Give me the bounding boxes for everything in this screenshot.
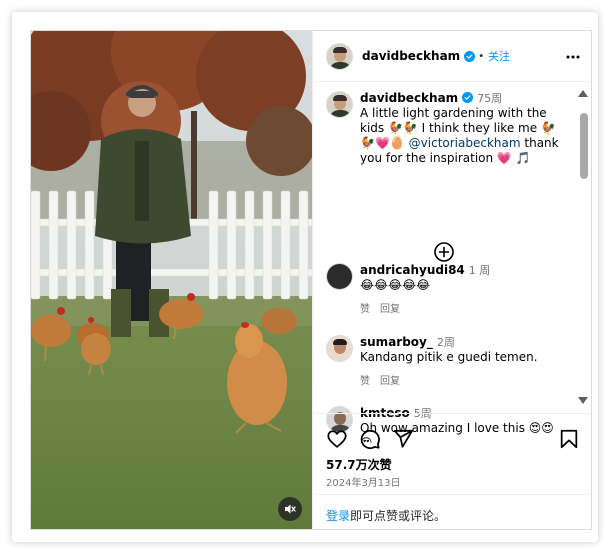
comments-section: davidbeckham 75周 A little light gardening… [313, 83, 591, 443]
scroll-thumb[interactable] [580, 113, 588, 179]
instagram-post-embed: davidbeckham • 关注 davidbeckham 75周 A litt… [30, 30, 592, 530]
video-frame-image [31, 31, 312, 529]
author-avatar[interactable] [326, 42, 353, 70]
reply-button[interactable]: 回复 [380, 376, 400, 387]
heart-icon[interactable] [326, 428, 348, 450]
like-comment-button[interactable]: 赞 [360, 376, 370, 387]
follow-button[interactable]: 关注 [488, 48, 510, 64]
post-sidebar: davidbeckham • 关注 davidbeckham 75周 A litt… [312, 31, 591, 529]
author-username[interactable]: davidbeckham [362, 49, 460, 63]
speaker-muted-icon [285, 504, 296, 514]
caption: davidbeckham 75周 A little light gardening… [326, 91, 566, 166]
comment-text: 😂😂😂😂😂 [360, 278, 431, 292]
likes-count[interactable]: 57.7万次赞 [326, 456, 392, 473]
comment-item: sumarboy_ 2周 Kandang pitik e guedi temen.… [326, 335, 566, 389]
comment-username[interactable]: sumarboy_ [360, 335, 433, 349]
reply-button[interactable]: 回复 [380, 304, 400, 315]
login-link[interactable]: 登录 [326, 509, 350, 523]
post-date: 2024年3月13日 [326, 478, 401, 489]
comment-text: Kandang pitik e guedi temen. [360, 350, 538, 364]
share-icon[interactable] [392, 428, 414, 450]
commenter-avatar[interactable] [326, 263, 353, 290]
commenter-avatar[interactable] [326, 335, 353, 362]
verified-badge-icon [464, 50, 476, 62]
more-options-icon[interactable] [565, 49, 581, 65]
mute-button[interactable] [278, 497, 302, 521]
scroll-down-arrow-icon[interactable] [578, 397, 588, 405]
login-prompt: 登录即可点赞或评论。 [313, 494, 591, 529]
post-header: davidbeckham • 关注 [313, 31, 591, 82]
comment-icon[interactable] [359, 428, 381, 450]
caption-time: 75周 [477, 92, 503, 105]
post-actions: 57.7万次赞 2024年3月13日 登录即可点赞或评论。 [313, 413, 591, 529]
like-comment-button[interactable]: 赞 [360, 304, 370, 315]
plus-circle-icon[interactable] [433, 241, 455, 263]
caption-username[interactable]: davidbeckham [360, 91, 458, 105]
post-video[interactable] [31, 31, 312, 529]
caption-mention[interactable]: @victoriabeckham [409, 136, 521, 150]
comment-username[interactable]: andricahyudi84 [360, 263, 465, 277]
separator-dot: • [478, 50, 485, 62]
comment-time: 1 周 [468, 264, 491, 277]
bookmark-icon[interactable] [558, 428, 580, 450]
author-avatar[interactable] [326, 91, 353, 118]
login-prompt-text: 即可点赞或评论。 [350, 509, 447, 523]
comments-scrollbar[interactable] [576, 89, 590, 409]
comment-time: 2周 [436, 336, 455, 349]
comment-item: andricahyudi84 1 周 😂😂😂😂😂 赞回复 [326, 263, 566, 317]
verified-badge-icon [462, 92, 474, 103]
scroll-up-arrow-icon[interactable] [578, 89, 588, 97]
